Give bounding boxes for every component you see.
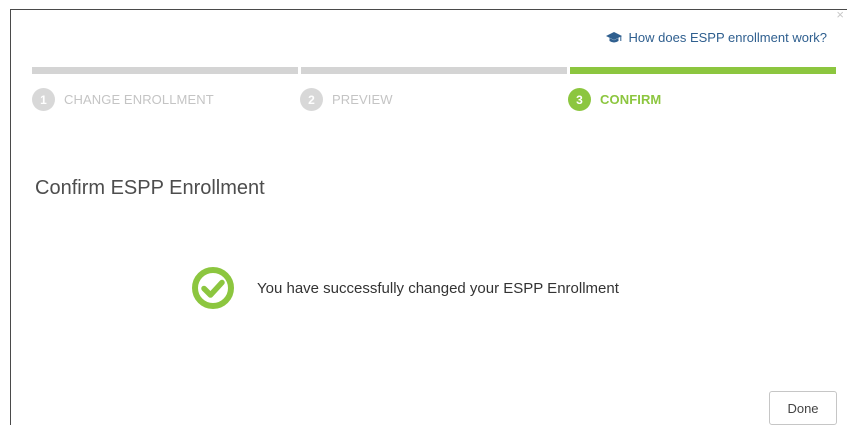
step-number: 3: [568, 88, 591, 111]
dialog-title: Confirm ESPP Enrollment: [35, 177, 265, 199]
espp-enrollment-dialog: × How does ESPP enrollment work? 1 CHANG…: [10, 8, 847, 425]
check-circle-icon: [192, 267, 234, 309]
graduation-cap-icon: [605, 31, 622, 42]
success-message: You have successfully changed your ESPP …: [257, 279, 619, 297]
help-link-label: How does ESPP enrollment work?: [628, 30, 827, 45]
step-label: CONFIRM: [600, 92, 662, 107]
step-3-bar: [570, 67, 836, 74]
help-link[interactable]: How does ESPP enrollment work?: [605, 30, 827, 45]
step-2-bar: [301, 67, 567, 74]
step-preview: 2 PREVIEW: [300, 88, 568, 111]
step-confirm: 3 CONFIRM: [568, 88, 836, 111]
close-icon[interactable]: ×: [836, 8, 844, 21]
success-message-row: You have successfully changed your ESPP …: [191, 266, 619, 310]
step-label: CHANGE ENROLLMENT: [64, 92, 214, 107]
step-change-enrollment: 1 CHANGE ENROLLMENT: [32, 88, 300, 111]
step-number: 1: [32, 88, 55, 111]
progress-bars: [32, 67, 836, 74]
done-button[interactable]: Done: [769, 391, 837, 425]
step-number: 2: [300, 88, 323, 111]
step-label: PREVIEW: [332, 92, 393, 107]
step-1-bar: [32, 67, 298, 74]
progress-steps: 1 CHANGE ENROLLMENT 2 PREVIEW 3 CONFIRM: [32, 67, 836, 111]
